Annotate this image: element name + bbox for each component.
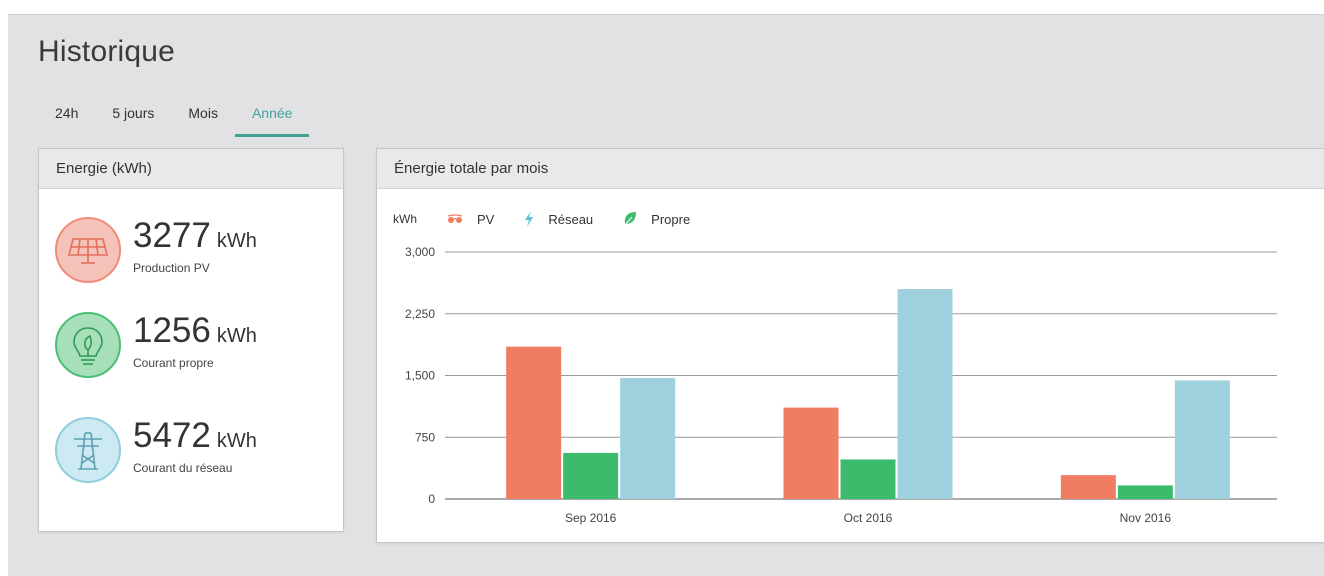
bar-propre-1 xyxy=(840,459,896,499)
stat-value: 3277 xyxy=(133,216,211,255)
y-tick-label: 750 xyxy=(415,430,435,444)
stat-courant-propre: 1256 kWh Courant propre xyxy=(55,312,335,382)
stat-label: Courant propre xyxy=(133,356,214,370)
bar-pv-0 xyxy=(506,346,562,499)
tab-24h[interactable]: 24h xyxy=(38,99,95,137)
power-pylon-icon xyxy=(55,417,121,483)
stat-unit: kWh xyxy=(216,430,257,452)
bar-rseau-0 xyxy=(620,377,676,499)
x-tick-label: Nov 2016 xyxy=(1120,511,1172,525)
tab-mois[interactable]: Mois xyxy=(171,99,235,137)
tab-annee[interactable]: Année xyxy=(234,99,310,137)
stat-value: 1256 xyxy=(133,311,211,350)
stat-label: Production PV xyxy=(133,261,210,275)
solar-panel-icon xyxy=(55,217,121,283)
x-tick-label: Sep 2016 xyxy=(565,511,617,525)
period-tabs: 24h 5 jours Mois Année xyxy=(38,99,310,139)
bar-chart: 0 750 1,500 2,250 3,000 Sep 2016 Oct 2016 Nov 2… xyxy=(405,245,1277,525)
bar-rseau-2 xyxy=(1174,380,1230,499)
energy-card-title: Energie (kWh) xyxy=(39,149,343,189)
stat-unit: kWh xyxy=(216,230,257,252)
y-tick-label: 1,500 xyxy=(405,369,435,383)
page-title: Historique xyxy=(38,35,176,68)
bar-pv-2 xyxy=(1060,475,1116,499)
x-tick-label: Oct 2016 xyxy=(844,511,893,525)
y-tick-label: 2,250 xyxy=(405,307,435,321)
stat-label: Courant du réseau xyxy=(133,461,233,475)
stat-courant-reseau: 5472 kWh Courant du réseau xyxy=(55,417,335,487)
y-tick-label: 3,000 xyxy=(405,245,435,259)
stat-unit: kWh xyxy=(216,325,257,347)
energy-summary-card: Energie (kWh) 3277 kWh Production PV 125… xyxy=(38,148,344,532)
lightbulb-leaf-icon xyxy=(55,312,121,378)
chart-card-title: Énergie totale par mois xyxy=(377,149,1324,189)
tab-5-jours[interactable]: 5 jours xyxy=(95,99,171,137)
bar-pv-1 xyxy=(783,407,839,499)
stat-value: 5472 xyxy=(133,416,211,455)
history-page: Historique 24h 5 jours Mois Année Energi… xyxy=(8,14,1324,576)
bar-rseau-1 xyxy=(897,289,953,499)
stat-production-pv: 3277 kWh Production PV xyxy=(55,217,335,287)
y-tick-label: 0 xyxy=(428,492,435,506)
bar-propre-2 xyxy=(1117,485,1173,499)
bar-propre-0 xyxy=(563,452,619,499)
monthly-energy-chart-card: Énergie totale par mois kWh PV Réseau Pr… xyxy=(376,148,1324,543)
